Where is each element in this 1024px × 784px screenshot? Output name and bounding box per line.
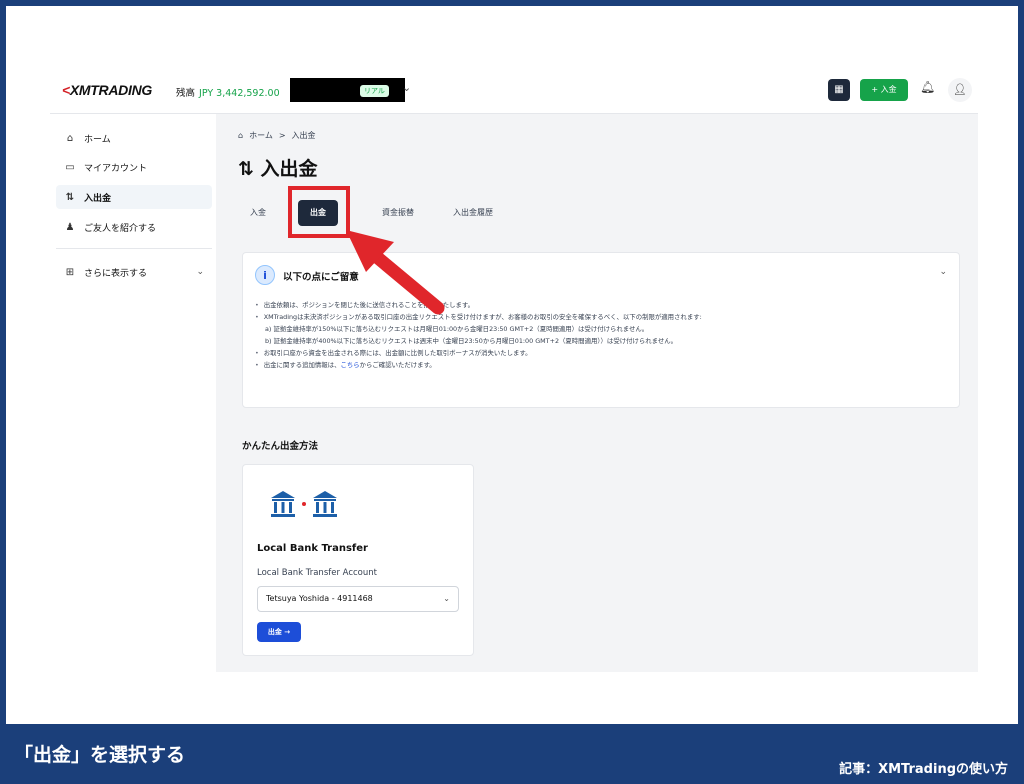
sidebar-item-label: ご友人を紹介する bbox=[84, 223, 157, 234]
notice-list: 出金依頼は、ポジションを閉じた後に送信されることを推奨いたします。 XMTrad… bbox=[255, 299, 945, 371]
sidebar-item-show-more[interactable]: ⊞ さらに表示する ⌄ bbox=[56, 260, 212, 284]
notice-title: 以下の点にご留意 bbox=[283, 272, 359, 283]
breadcrumb-separator: > bbox=[278, 131, 286, 140]
balance-value: JPY 3,442,592.00 bbox=[199, 88, 280, 99]
transfer-arrows-icon: ⇅ bbox=[238, 158, 261, 180]
tab-deposit[interactable]: 入金 bbox=[238, 200, 278, 226]
balance-label: 残高 bbox=[176, 88, 196, 99]
qr-grid-icon[interactable]: ▦ bbox=[828, 79, 850, 101]
list-item: 出金に関する追加情報は、こちらからご確認いただけます。 bbox=[255, 359, 945, 371]
main-content: ⌂ ホーム > 入出金 ⇅ 入出金 入金 出金 資金振替 入出金履歴 i 以下の点にご… bbox=[216, 114, 978, 672]
list-item: b) 証拠金維持率が400%以下に落ち込むリクエストは週末中（金曜日23:50か… bbox=[265, 337, 678, 345]
sidebar-item-label: マイアカウント bbox=[84, 163, 148, 174]
chevron-down-icon[interactable]: ⌄ bbox=[402, 81, 411, 94]
transfer-arrows-icon: ⇅ bbox=[65, 191, 75, 203]
sidebar-item-label: 入出金 bbox=[84, 193, 112, 204]
sidebar-item-my-account[interactable]: ▭ マイアカウント bbox=[56, 155, 212, 179]
balance-display: 残高 JPY 3,442,592.00 bbox=[176, 85, 280, 99]
bank-transfer-icon bbox=[271, 491, 337, 517]
list-item: お取引口座から資金を出金される際には、出金額に比例した取引ボーナスが消失いたしま… bbox=[255, 347, 945, 359]
sidebar-item-refer-friend[interactable]: ♟ ご友人を紹介する bbox=[56, 215, 212, 239]
notice-panel: i 以下の点にご留意 ⌄ 出金依頼は、ポジションを閉じた後に送信されることを推奨… bbox=[242, 252, 960, 408]
sidebar-divider bbox=[56, 248, 212, 249]
sidebar-item-home[interactable]: ⌂ ホーム bbox=[56, 126, 212, 150]
account-field-label: Local Bank Transfer Account bbox=[257, 568, 377, 578]
home-icon[interactable]: ⌂ bbox=[238, 131, 243, 140]
home-icon: ⌂ bbox=[66, 132, 74, 144]
info-icon: i bbox=[255, 265, 275, 285]
withdraw-button[interactable]: 出金 → bbox=[257, 622, 301, 642]
chevron-down-icon: ⌄ bbox=[196, 267, 204, 277]
tab-fund-transfer[interactable]: 資金振替 bbox=[368, 200, 428, 226]
breadcrumb-current: 入出金 bbox=[291, 131, 316, 140]
chevron-down-icon: ⌄ bbox=[443, 594, 450, 603]
step-caption: 「出金」を選択する bbox=[14, 744, 186, 766]
list-item: XMTradingは未決済ポジションがある取引口座の出金リクエストを受け付けます… bbox=[255, 311, 945, 323]
bank-account-select[interactable]: Tetsuya Yoshida - 4911468 ⌄ bbox=[257, 586, 459, 612]
account-type-badge: リアル bbox=[360, 85, 389, 97]
section-title: かんたん出金方法 bbox=[242, 441, 319, 452]
grid-icon: ⊞ bbox=[65, 266, 75, 278]
deposit-button[interactable]: + 入金 bbox=[860, 79, 908, 101]
page-title: ⇅ 入出金 bbox=[238, 158, 318, 180]
user-icon[interactable]: 👤︎ bbox=[948, 78, 972, 102]
sidebar-item-deposit-withdraw[interactable]: ⇅ 入出金 bbox=[56, 185, 212, 209]
breadcrumb-home[interactable]: ホーム bbox=[249, 131, 273, 140]
app-header: <XMTRADING 残高 JPY 3,442,592.00 リアル ⌄ ▦ + … bbox=[50, 68, 978, 114]
sidebar: ⌂ ホーム ▭ マイアカウント ⇅ 入出金 ♟ ご友人を紹介する ⊞ さらに表示… bbox=[50, 114, 216, 674]
tab-transaction-history[interactable]: 入出金履歴 bbox=[438, 200, 508, 226]
chevron-down-icon[interactable]: ⌄ bbox=[939, 267, 947, 277]
local-bank-transfer-card: Local Bank Transfer Local Bank Transfer … bbox=[242, 464, 474, 656]
xmtrading-logo[interactable]: <XMTRADING bbox=[62, 82, 152, 98]
method-title: Local Bank Transfer bbox=[257, 543, 368, 554]
breadcrumb: ⌂ ホーム > 入出金 bbox=[238, 130, 322, 141]
withdraw-tab-highlight bbox=[288, 186, 350, 238]
screenshot-frame: <XMTRADING 残高 JPY 3,442,592.00 リアル ⌄ ▦ + … bbox=[6, 6, 1018, 724]
more-info-link[interactable]: こちら bbox=[340, 361, 359, 369]
people-icon: ♟ bbox=[65, 221, 75, 233]
list-item: 出金依頼は、ポジションを閉じた後に送信されることを推奨いたします。 bbox=[255, 299, 945, 311]
list-item: a) 証拠金維持率が150%以下に落ち込むリクエストは月曜日01:00から金曜日… bbox=[265, 325, 649, 333]
bell-icon[interactable]: 🔔︎ bbox=[920, 80, 935, 94]
article-credit: 記事：XMTradingの使い方 bbox=[839, 762, 1008, 777]
sidebar-item-label: さらに表示する bbox=[84, 268, 148, 279]
sidebar-item-label: ホーム bbox=[84, 134, 111, 145]
card-icon: ▭ bbox=[65, 161, 75, 173]
